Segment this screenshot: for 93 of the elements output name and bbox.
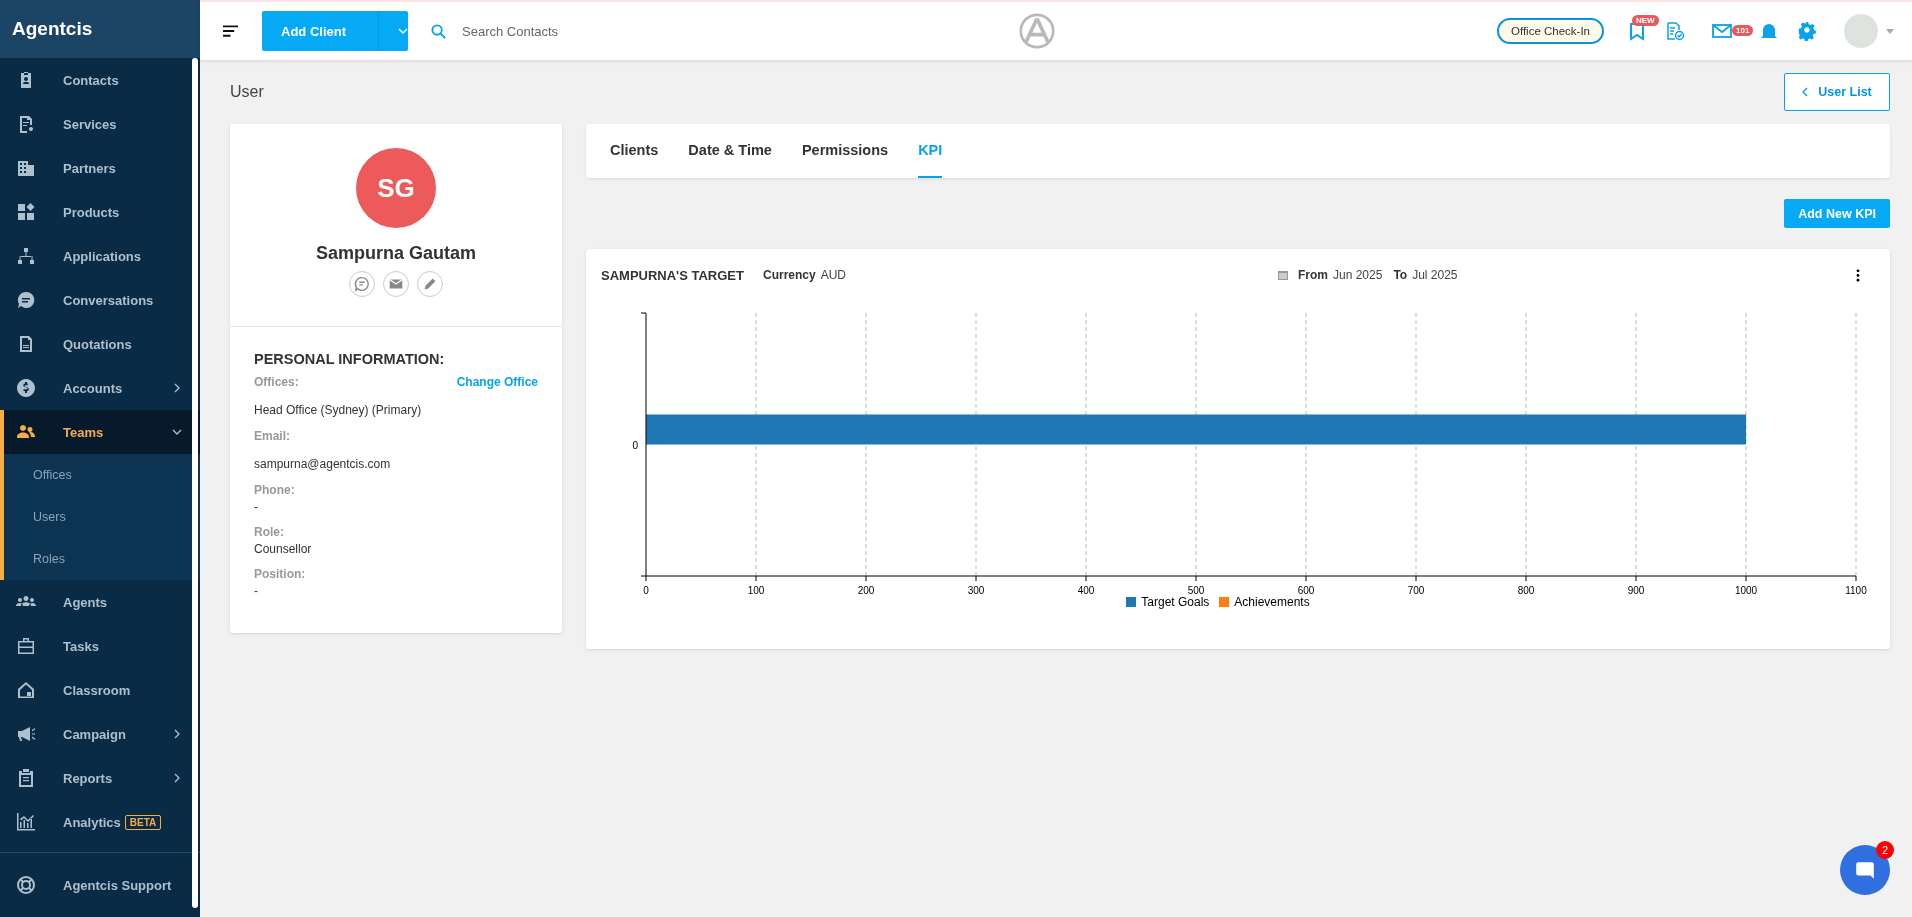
building-icon [16, 158, 36, 178]
search-icon [431, 23, 446, 39]
axis-label: 100 [747, 585, 765, 596]
office-check-in-button[interactable]: Office Check-In [1496, 18, 1604, 44]
submenu-item[interactable]: Users [4, 496, 200, 538]
user-name: Sampurna Gautam [315, 243, 476, 264]
field-label: Position: [254, 567, 306, 581]
field-value: Counsellor [254, 542, 313, 556]
dollar-coin-icon [16, 378, 36, 398]
submenu-item[interactable]: Offices [4, 454, 200, 496]
field-value: - [254, 500, 259, 514]
bookmark-icon[interactable] [1627, 21, 1647, 41]
sidebar-item[interactable]: Products [0, 190, 200, 234]
megaphone-icon [16, 724, 36, 744]
more-options-icon[interactable] [1856, 268, 1860, 282]
email-button[interactable] [383, 271, 409, 297]
sidebar-item[interactable]: Partners [0, 146, 200, 190]
brand-name[interactable]: Agentcis [12, 18, 93, 40]
scrollbar[interactable] [192, 58, 198, 908]
legend-label: Achievements [1234, 595, 1310, 609]
sidebar-item[interactable]: Classroom [0, 668, 200, 712]
axis-label: 300 [967, 585, 985, 596]
from-date: Jun 2025 [1333, 268, 1383, 282]
sidebar-item[interactable]: Analytics BETA [0, 800, 200, 844]
chevron-left-icon [1802, 87, 1809, 97]
chat-bubble-icon [1854, 859, 1876, 881]
field-label: Role: [254, 525, 284, 539]
clipboard-icon [16, 768, 36, 788]
sidebar-item[interactable]: Applications [0, 234, 200, 278]
new-badge: NEW [1632, 15, 1659, 26]
section-title: PERSONAL INFORMATION: [254, 351, 446, 367]
initials-avatar: SG [356, 148, 436, 228]
sidebar-item[interactable]: Contacts [0, 58, 200, 102]
field-value: Head Office (Sydney) (Primary) [254, 403, 423, 417]
menu-icon[interactable] [223, 25, 238, 37]
logo-icon[interactable] [1018, 13, 1055, 49]
tab[interactable]: Date & Time [688, 124, 772, 178]
field-value: sampurna@agentcis.com [254, 457, 392, 471]
tab[interactable]: Permissions [801, 124, 889, 178]
sidebar-item[interactable]: Accounts [0, 366, 200, 410]
axis-label: 600 [1297, 585, 1315, 596]
axis-label: 400 [1077, 585, 1095, 596]
field-value: - [254, 584, 259, 598]
sidebar-item[interactable]: Campaign [0, 712, 200, 756]
sidebar-item[interactable]: Tasks [0, 624, 200, 668]
chat-bubble-icon [353, 275, 371, 293]
field-label: Email: [254, 429, 290, 443]
field-label: Phone: [254, 483, 295, 497]
beta-badge: BETA [124, 814, 162, 830]
blocks-icon [16, 202, 36, 222]
to-label: To [1393, 268, 1408, 282]
edit-button[interactable] [417, 271, 443, 297]
notification-badge: 2 [1876, 841, 1894, 859]
lifebuoy-icon [16, 875, 36, 895]
axis-label: 200 [857, 585, 875, 596]
house-icon [16, 680, 36, 700]
chat-bubble-icon [16, 290, 36, 310]
submenu-item[interactable]: Roles [4, 538, 200, 580]
caret-icon[interactable] [1886, 28, 1894, 34]
settings-icon[interactable] [1797, 21, 1817, 41]
currency-label: Currency [762, 268, 816, 282]
sidebar-item[interactable]: Conversations [0, 278, 200, 322]
axis-label: 700 [1407, 585, 1425, 596]
caret-icon [398, 28, 408, 34]
page-title: User [230, 83, 264, 101]
hierarchy-icon [16, 246, 36, 266]
notification-badge: 101 [1732, 25, 1754, 36]
axis-label: 800 [1517, 585, 1535, 596]
axis-label: 0 [632, 439, 638, 451]
field-label: Offices: [254, 375, 299, 389]
axis-label: 1000 [1734, 585, 1758, 596]
sidebar-item[interactable]: Quotations [0, 322, 200, 366]
document-check-icon[interactable] [1665, 21, 1685, 41]
axis-label: 1100 [1845, 585, 1867, 596]
from-label: From [1298, 268, 1328, 282]
legend-label: Target Goals [1141, 595, 1210, 609]
sidebar-item[interactable]: Services [0, 102, 200, 146]
line-chart-icon [16, 812, 36, 832]
chart-title: SAMPURNA'S TARGET [601, 267, 744, 283]
sidebar-item[interactable]: Agents [0, 580, 200, 624]
mail-icon[interactable] [1712, 21, 1732, 41]
briefcase-icon [16, 636, 36, 656]
to-date: Jul 2025 [1412, 268, 1458, 282]
calendar-icon [1277, 269, 1289, 281]
sidebar-item[interactable]: Teams [0, 410, 200, 454]
axis-label: 900 [1627, 585, 1645, 596]
bell-icon[interactable] [1759, 21, 1779, 41]
currency-value: AUD [820, 268, 846, 282]
tab[interactable]: Clients [610, 124, 659, 178]
chat-button[interactable] [349, 271, 375, 297]
sidebar-item[interactable]: Reports [0, 756, 200, 800]
axis-label: 500 [1187, 585, 1205, 596]
axis-label: 0 [643, 585, 649, 596]
